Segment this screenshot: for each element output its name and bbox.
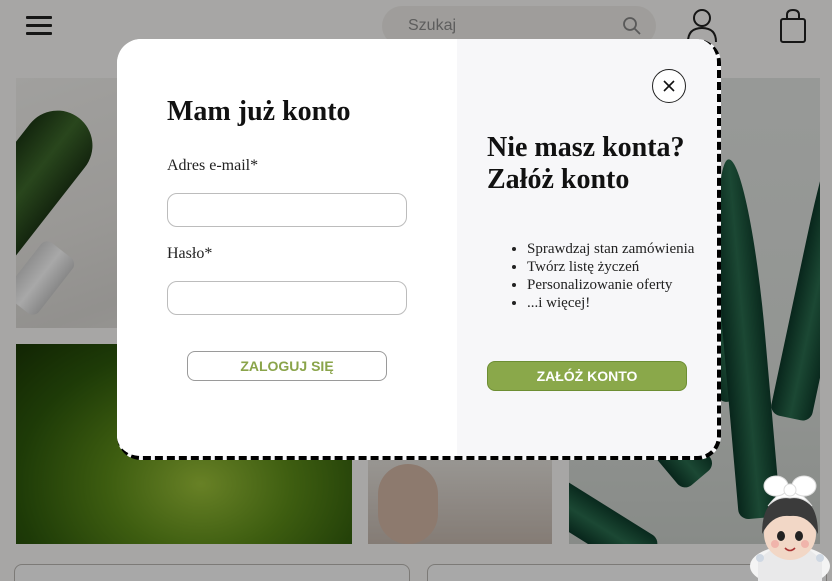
account-modal: Mam już konto Adres e-mail* Hasło* ZALOG…: [117, 39, 721, 460]
list-item: ...i więcej!: [527, 294, 707, 312]
login-title: Mam już konto: [167, 96, 351, 127]
benefits-list: Sprawdzaj stan zamówienia Twórz listę ży…: [487, 240, 707, 312]
login-panel: Mam już konto Adres e-mail* Hasło* ZALOG…: [117, 39, 457, 456]
chat-mascot-icon[interactable]: [748, 466, 832, 581]
register-title-line1: Nie masz konta?: [487, 132, 685, 163]
register-button[interactable]: ZAŁÓŻ KONTO: [487, 361, 687, 391]
list-item: Personalizowanie oferty: [527, 276, 707, 294]
list-item: Twórz listę życzeń: [527, 258, 707, 276]
email-field[interactable]: [167, 193, 407, 227]
close-button[interactable]: [652, 69, 686, 103]
register-title: Nie masz konta? Załóż konto: [487, 132, 717, 196]
password-label: Hasło*: [167, 245, 213, 262]
password-field[interactable]: [167, 281, 407, 315]
list-item: Sprawdzaj stan zamówienia: [527, 240, 707, 258]
register-title-line2: Załóż konto: [487, 164, 630, 195]
login-button[interactable]: ZALOGUJ SIĘ: [187, 351, 387, 381]
close-icon: [663, 80, 675, 92]
register-panel: Nie masz konta? Załóż konto Sprawdzaj st…: [457, 39, 717, 456]
email-label: Adres e-mail*: [167, 157, 259, 174]
